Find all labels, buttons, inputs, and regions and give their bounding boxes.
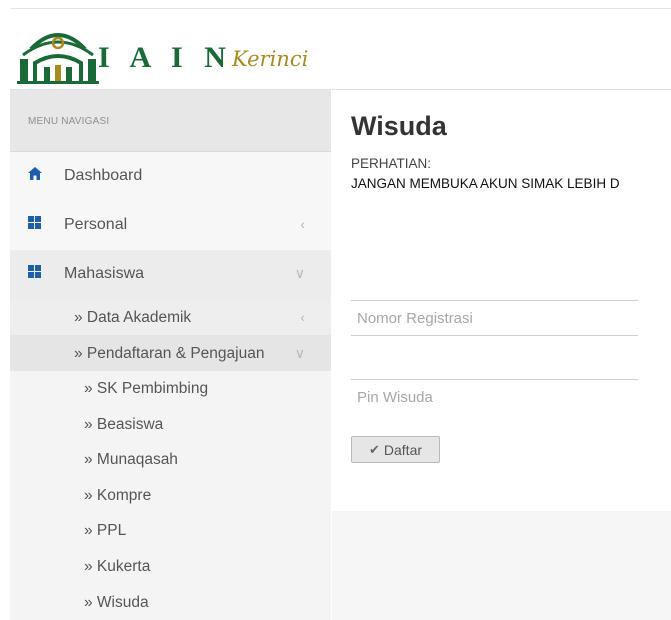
sidebar-item-label: Dashboard <box>64 167 143 184</box>
content-panel: Wisuda PERHATIAN: JANGAN MEMBUKA AKUN SI… <box>332 90 671 511</box>
sidebar-item-ppl[interactable]: » PPL <box>10 513 331 549</box>
menu-header-label: MENU NAVIGASI <box>28 116 110 127</box>
sidebar-item-label: Personal <box>64 216 128 233</box>
logo[interactable]: I A I N Kerinci <box>10 9 331 90</box>
chevron-left-icon: ‹ <box>300 216 305 232</box>
sidebar-item-kukerta[interactable]: » Kukerta <box>10 548 331 585</box>
content-area: Wisuda PERHATIAN: JANGAN MEMBUKA AKUN SI… <box>332 90 671 620</box>
sidebar-item-kompre[interactable]: » Kompre <box>10 477 331 514</box>
sidebar-item-pendaftaran[interactable]: » Pendaftaran & Pengajuan ∨ <box>10 335 331 371</box>
chevron-left-icon: ‹ <box>300 309 305 325</box>
sidebar-item-label: » Wisuda <box>84 593 149 611</box>
sidebar-item-label: » SK Pembimbing <box>84 380 209 397</box>
sidebar-item-mahasiswa[interactable]: Mahasiswa ∨ <box>10 250 331 299</box>
mosque-logo-icon <box>17 33 99 84</box>
registration-number-input[interactable] <box>351 301 638 335</box>
sidebar-item-data-akademik[interactable]: » Data Akademik ‹ <box>10 299 331 335</box>
chevron-down-icon: ∨ <box>294 345 305 361</box>
sidebar-item-label: » Beasiswa <box>84 415 164 433</box>
sidebar: I A I N Kerinci MENU NAVIGASI Dashboard … <box>10 9 331 620</box>
pin-field <box>351 379 638 415</box>
sidebar-item-sk-pembimbing[interactable]: » SK Pembimbing <box>10 371 331 407</box>
brand-name: I A I N <box>98 41 233 74</box>
daftar-button[interactable]: ✔ Daftar <box>351 436 440 463</box>
grid-icon <box>28 265 41 281</box>
sidebar-item-dashboard[interactable]: Dashboard <box>10 152 331 201</box>
home-icon <box>28 167 42 183</box>
brand-script: Kerinci <box>232 47 309 71</box>
check-icon: ✔ <box>368 441 380 457</box>
page-title: Wisuda <box>351 111 447 141</box>
sidebar-item-label: » Pendaftaran & Pengajuan <box>74 345 265 362</box>
grid-icon <box>28 216 41 232</box>
app-frame: I A I N Kerinci MENU NAVIGASI Dashboard … <box>10 8 671 620</box>
sidebar-item-beasiswa[interactable]: » Beasiswa <box>10 406 331 443</box>
sidebar-item-wisuda[interactable]: » Wisuda <box>10 584 331 620</box>
sidebar-item-label: » Kompre <box>84 486 152 504</box>
daftar-button-label: Daftar <box>383 441 423 458</box>
sidebar-item-munaqasah[interactable]: » Munaqasah <box>10 442 331 478</box>
sidebar-item-label: » Kukerta <box>84 557 151 575</box>
sidebar-item-personal[interactable]: Personal ‹ <box>10 201 331 250</box>
sidebar-item-label: » Munaqasah <box>84 451 178 469</box>
registration-field <box>351 300 638 336</box>
sidebar-item-label: » Data Akademik <box>74 309 192 326</box>
top-navbar <box>332 9 671 90</box>
notice-text: JANGAN MEMBUKA AKUN SIMAK LEBIH D <box>351 176 620 191</box>
notice-heading: PERHATIAN: <box>351 156 432 171</box>
sidebar-item-label: » PPL <box>84 522 127 540</box>
sidebar-menu: Dashboard Personal ‹ Mahasiswa ∨ » Data … <box>10 152 331 620</box>
menu-header: MENU NAVIGASI <box>10 90 331 152</box>
sidebar-item-label: Mahasiswa <box>64 265 145 282</box>
chevron-down-icon: ∨ <box>294 265 305 281</box>
pin-wisuda-input[interactable] <box>351 380 638 415</box>
